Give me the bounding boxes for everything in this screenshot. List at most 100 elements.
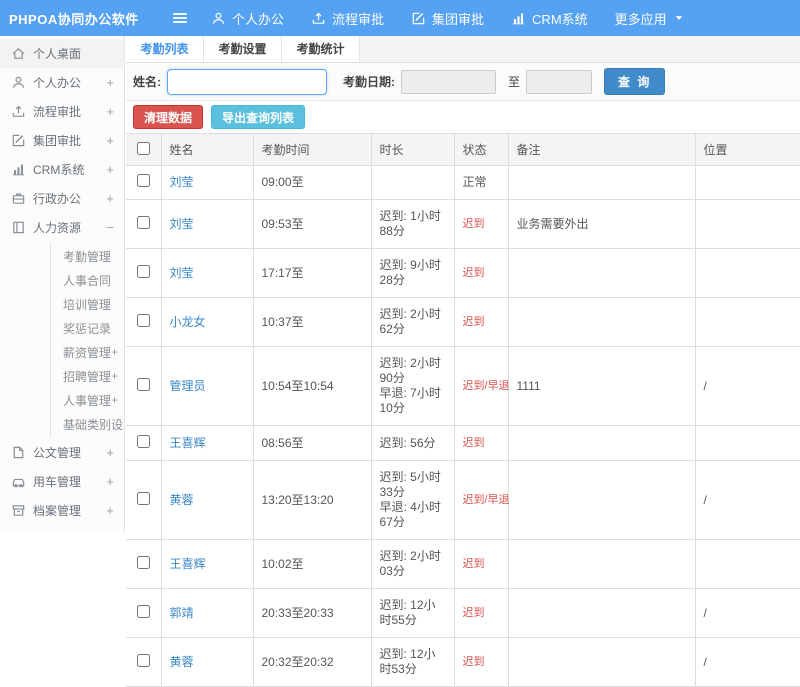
- name-input[interactable]: [167, 68, 327, 95]
- tab-attendance-list[interactable]: 考勤列表: [126, 36, 204, 62]
- attendance-time-cell: 20:33至20:33: [252, 588, 372, 638]
- status-badge: 正常: [462, 175, 487, 189]
- expand-plus-icon[interactable]: +: [106, 474, 114, 489]
- sidebar-item-vehicle-mgmt[interactable]: 用车管理 +: [0, 467, 124, 496]
- sidebar-item-salary-mgmt[interactable]: 薪资管理 +: [51, 340, 124, 364]
- date-to-input[interactable]: [526, 69, 593, 94]
- status-badge: 迟到/早退: [462, 380, 510, 392]
- row-checkbox[interactable]: [136, 174, 150, 187]
- status-cell: 迟到: [453, 539, 509, 589]
- submenu-human-resources: 考勤管理人事合同培训管理奖惩记录薪资管理+招聘管理+人事管理+基础类别设置+: [50, 242, 124, 438]
- sidebar-item-attendance-mgmt[interactable]: 考勤管理: [51, 244, 124, 268]
- name-cell: 王喜辉: [160, 539, 254, 589]
- expand-plus-icon[interactable]: +: [111, 369, 124, 383]
- employee-name-link[interactable]: 小龙女: [170, 315, 206, 329]
- duration-line: 早退: 4小时67分: [379, 500, 441, 529]
- expand-plus-icon[interactable]: +: [106, 503, 114, 518]
- row-checkbox[interactable]: [136, 491, 150, 505]
- sidebar-item-personal-desktop[interactable]: 个人桌面: [0, 39, 124, 68]
- employee-name-link[interactable]: 黄蓉: [170, 655, 194, 669]
- sidebar-item-workflow-approval[interactable]: 流程审批 +: [0, 97, 124, 126]
- name-label: 姓名:: [133, 75, 161, 89]
- sidebar-item-group-approval[interactable]: 集团审批 +: [0, 126, 124, 155]
- sidebar-item-base-category-settings[interactable]: 基础类别设置+: [51, 412, 124, 436]
- employee-name-link[interactable]: 管理员: [170, 379, 206, 393]
- expand-plus-icon[interactable]: +: [111, 393, 124, 407]
- app-logo[interactable]: PHPOA协同办公软件: [0, 9, 138, 28]
- nav-item-workflow-approval[interactable]: 流程审批: [311, 9, 384, 28]
- expand-plus-icon[interactable]: +: [106, 445, 114, 460]
- export-list-button[interactable]: 导出查询列表: [211, 105, 306, 129]
- menu-toggle-button[interactable]: [171, 9, 189, 27]
- briefcase-icon: [10, 191, 26, 206]
- attendance-time-cell: 09:00至: [252, 165, 372, 200]
- row-checkbox[interactable]: [136, 313, 150, 327]
- attendance-time-cell: 09:53至: [252, 199, 372, 249]
- row-checkbox[interactable]: [136, 264, 150, 278]
- tab-attendance-stats[interactable]: 考勤统计: [282, 36, 360, 62]
- sidebar-item-archive-mgmt[interactable]: 档案管理 +: [0, 496, 124, 525]
- clear-data-button[interactable]: 清理数据: [133, 105, 204, 129]
- status-badge: 迟到: [462, 558, 485, 570]
- table-row: 王喜辉 10:02至 迟到: 2小时03分 迟到: [126, 539, 800, 589]
- row-checkbox[interactable]: [136, 555, 150, 569]
- employee-name-link[interactable]: 黄蓉: [170, 493, 194, 507]
- employee-name-link[interactable]: 郭靖: [170, 606, 194, 620]
- query-button[interactable]: 查 询: [604, 68, 666, 95]
- employee-name-link[interactable]: 刘莹: [170, 266, 194, 280]
- table-row: 郭靖 20:33至20:33 迟到: 12小时55分 迟到 /: [126, 588, 800, 638]
- remark-cell: [507, 165, 696, 200]
- sidebar-item-admin-office[interactable]: 行政办公 +: [0, 184, 124, 213]
- sidebar-item-crm-system[interactable]: CRM系统 +: [0, 155, 124, 184]
- sidebar-item-document-mgmt[interactable]: 公文管理 +: [0, 438, 124, 467]
- row-checkbox[interactable]: [136, 377, 150, 391]
- remark-cell: [507, 588, 696, 638]
- sidebar-item-human-resources[interactable]: 人力资源 −: [0, 213, 124, 242]
- select-all-checkbox[interactable]: [136, 141, 150, 155]
- sidebar-item-reward-records[interactable]: 奖惩记录: [51, 316, 124, 340]
- status-cell: 迟到: [453, 637, 509, 687]
- date-from-input[interactable]: [401, 69, 496, 94]
- expand-plus-icon[interactable]: +: [106, 75, 114, 90]
- sidebar-item-label: 人力资源: [33, 221, 82, 235]
- duration-cell: 迟到: 2小时62分: [370, 297, 455, 347]
- row-checkbox[interactable]: [136, 434, 150, 448]
- nav-item-label: 集团审批: [432, 11, 485, 27]
- row-checkbox[interactable]: [136, 215, 150, 229]
- sidebar-item-training-mgmt[interactable]: 培训管理: [51, 292, 124, 316]
- sidebar-item-personnel-mgmt[interactable]: 人事管理 +: [51, 388, 124, 412]
- expand-plus-icon[interactable]: +: [106, 162, 114, 177]
- collapse-minus-icon[interactable]: −: [106, 220, 114, 235]
- location-cell: [694, 297, 800, 347]
- expand-plus-icon[interactable]: +: [106, 191, 114, 206]
- expand-plus-icon[interactable]: +: [106, 104, 114, 119]
- chart-icon: [10, 162, 26, 177]
- sidebar-item-label: 培训管理: [63, 297, 112, 312]
- table-row: 刘莹 09:53至 迟到: 1小时88分 迟到 业务需要外出: [126, 199, 800, 249]
- sidebar-item-personal-office[interactable]: 个人办公 +: [0, 68, 124, 97]
- archive-icon: [10, 503, 26, 518]
- employee-name-link[interactable]: 刘莹: [170, 217, 194, 231]
- sidebar-item-hr-contract[interactable]: 人事合同: [51, 268, 124, 292]
- nav-item-personal-office[interactable]: 个人办公: [211, 9, 284, 28]
- sidebar-item-project-mgmt[interactable]: 项目管理+: [0, 525, 124, 532]
- duration-cell: 迟到: 1小时88分: [370, 199, 455, 249]
- attendance-time-cell: 13:20至13:20: [252, 460, 372, 540]
- expand-plus-icon[interactable]: +: [111, 345, 124, 359]
- row-checkbox[interactable]: [136, 653, 150, 667]
- employee-name-link[interactable]: 王喜辉: [170, 557, 206, 571]
- row-checkbox[interactable]: [136, 604, 150, 618]
- nav-item-crm-system[interactable]: CRM系统: [511, 9, 588, 28]
- status-cell: 迟到/早退: [453, 460, 510, 540]
- sidebar-item-recruit-mgmt[interactable]: 招聘管理 +: [51, 364, 124, 388]
- employee-name-link[interactable]: 刘莹: [170, 175, 194, 189]
- expand-plus-icon[interactable]: +: [106, 133, 114, 148]
- tab-attendance-settings[interactable]: 考勤设置: [204, 36, 282, 62]
- sidebar-item-label: 招聘管理: [63, 369, 112, 384]
- nav-item-group-approval[interactable]: 集团审批: [411, 9, 484, 28]
- employee-name-link[interactable]: 王喜辉: [170, 436, 206, 450]
- nav-item-more-apps[interactable]: 更多应用: [615, 9, 685, 28]
- status-badge: 迟到: [462, 437, 485, 449]
- attendance-time-cell: 08:56至: [252, 425, 372, 461]
- name-cell: 小龙女: [160, 297, 254, 347]
